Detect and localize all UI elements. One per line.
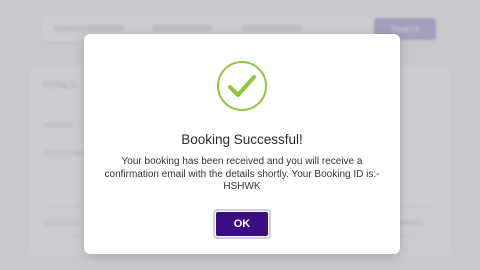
dialog-message: Your booking has been received and you w…	[104, 156, 380, 192]
ok-button-label: OK	[216, 212, 268, 236]
dialog-title: Booking Successful!	[181, 132, 303, 147]
booking-success-dialog: Booking Successful! Your booking has bee…	[84, 34, 400, 254]
check-circle-icon	[217, 61, 267, 111]
ok-button[interactable]: OK	[213, 209, 271, 239]
